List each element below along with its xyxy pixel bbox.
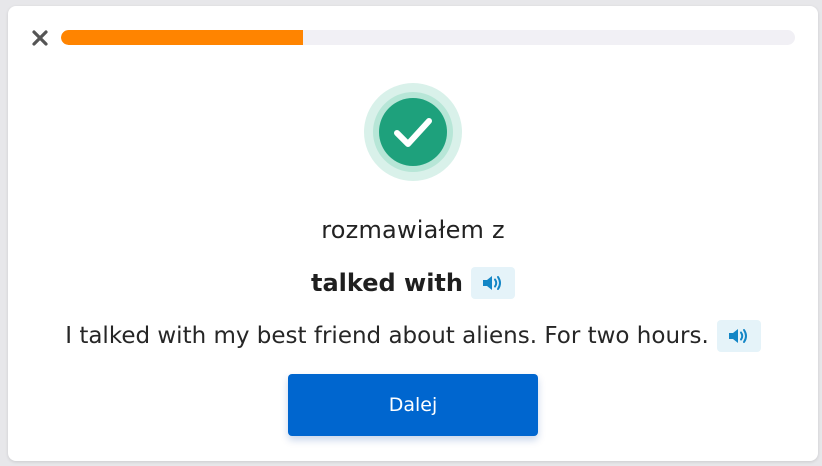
answer-audio-button[interactable] xyxy=(470,267,515,299)
close-icon xyxy=(32,30,48,46)
prompt-text: rozmawiałem z xyxy=(321,216,505,244)
sentence-row: I talked with my best friend about alien… xyxy=(8,320,818,352)
progress-bar xyxy=(61,30,795,45)
example-sentence: I talked with my best friend about alien… xyxy=(65,323,709,349)
progress-fill xyxy=(61,30,304,45)
success-indicator xyxy=(364,83,462,181)
lesson-card: rozmawiałem z talked with I talked with … xyxy=(8,6,818,461)
speaker-icon xyxy=(482,276,501,290)
checkmark-icon xyxy=(394,118,432,147)
answer-row: talked with xyxy=(8,267,818,299)
success-ring xyxy=(373,92,453,172)
sentence-audio-button[interactable] xyxy=(716,320,761,352)
success-circle xyxy=(379,98,447,166)
next-button[interactable]: Dalej xyxy=(288,374,538,436)
close-button[interactable] xyxy=(30,28,50,48)
answer-text: talked with xyxy=(311,269,463,297)
speaker-icon xyxy=(728,329,747,343)
